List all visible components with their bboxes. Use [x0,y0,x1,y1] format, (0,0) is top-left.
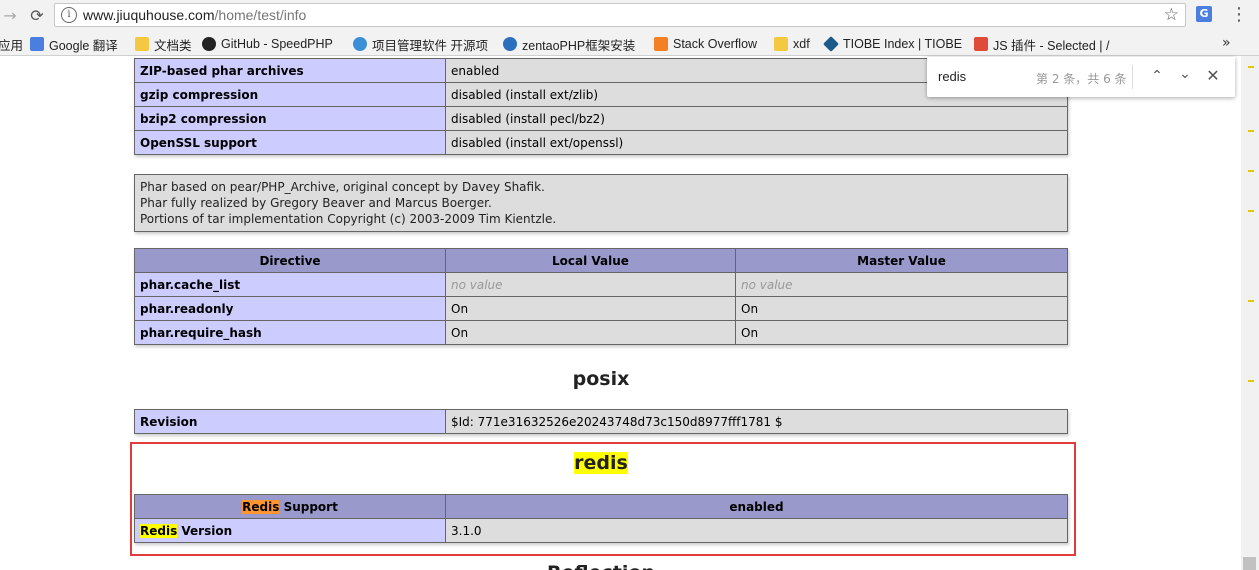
stackoverflow-icon [654,37,668,51]
bookmarks-bar: 应用 Google 翻译 文档类 GitHub - SpeedPHP 项目管理软… [0,31,1259,56]
bookmark-zentao[interactable]: 项目管理软件 开源项 [353,35,488,53]
close-icon[interactable]: ✕ [1204,67,1222,85]
posix-table: Revision $Id: 771e31632526e20243748d73c15… [134,409,1068,434]
tiobe-icon [823,36,839,52]
info-icon[interactable]: i [61,7,77,23]
find-match-count: 第 2 条，共 6 条 [1036,72,1127,86]
find-match-marker [1248,66,1254,68]
section-title-redis: redis [574,452,628,474]
find-input[interactable]: redis [938,69,966,84]
bookmark-js-plugins[interactable]: JS 插件 - Selected | / [974,35,1109,53]
find-match-marker [1248,130,1254,132]
edge-icon [503,37,517,51]
windows-icon [974,37,988,51]
bookmark-star-icon[interactable]: ☆ [1164,5,1179,25]
bookmarks-overflow-chevron[interactable]: » [1222,35,1231,51]
address-bar[interactable]: i www.jiuquhouse.com/home/test/info ☆ [54,3,1186,27]
find-previous-icon[interactable]: ⌃ [1148,67,1166,85]
find-divider [1132,65,1133,89]
page-content: ZIP-based phar archives enabled gzip comp… [0,56,1259,570]
google-translate-icon [30,37,44,51]
github-icon [202,37,216,51]
table-row: Redis Version 3.1.0 [134,518,1068,543]
section-title-posix: posix [572,368,630,390]
google-translate-icon[interactable]: G [1196,6,1212,22]
find-match-marker [1248,300,1254,302]
phar-directive-table: Directive Local Value Master Value phar.… [134,248,1068,345]
bookmark-docs[interactable]: 文档类 [135,35,192,53]
redis-table: Redis Support enabled Redis Version 3.1.0 [134,494,1068,543]
folder-icon [135,37,149,51]
browser-toolbar: → ⟳ i www.jiuquhouse.com/home/test/info … [0,0,1259,31]
scrollbar-thumb[interactable] [1243,557,1256,570]
bookmark-zentaophp[interactable]: zentaoPHP框架安装 [503,35,635,53]
reload-icon[interactable]: ⟳ [27,5,47,25]
zentao-icon [353,37,367,51]
folder-icon [774,37,788,51]
table-row: Revision $Id: 771e31632526e20243748d73c15… [134,409,1068,434]
find-match-marker [1248,170,1254,172]
find-match-marker [1248,210,1254,212]
phar-credits: Phar based on pear/PHP_Archive, original… [134,174,1068,232]
table-row: phar.require_hash On On [134,320,1068,345]
find-match-marker [1248,380,1254,382]
find-next-icon[interactable]: ⌄ [1176,65,1194,83]
table-row: OpenSSL support disabled (install ext/ope… [134,130,1068,155]
table-header-row: Redis Support enabled [134,494,1068,519]
table-row: phar.cache_list no value no value [134,272,1068,297]
find-bar: redis 第 2 条，共 6 条 ⌃ ⌄ ✕ [927,57,1235,97]
bookmark-github[interactable]: GitHub - SpeedPHP [202,35,333,53]
back-arrow-icon[interactable]: → [0,5,20,25]
section-title-reflection: Reflection [134,562,1068,570]
menu-icon[interactable]: ⋮ [1230,4,1248,25]
bookmark-apps[interactable]: 应用 [0,35,23,53]
bookmark-xdf[interactable]: xdf [774,35,810,53]
bookmark-google-translate[interactable]: Google 翻译 [30,35,118,53]
bookmark-stackoverflow[interactable]: Stack Overflow [654,35,757,53]
vertical-scrollbar[interactable] [1241,56,1259,570]
table-row: bzip2 compression disabled (install pecl/… [134,106,1068,131]
table-header-row: Directive Local Value Master Value [134,248,1068,273]
table-row: phar.readonly On On [134,296,1068,321]
url-text: www.jiuquhouse.com/home/test/info [83,7,307,23]
bookmark-tiobe[interactable]: TIOBE Index | TIOBE [823,35,962,53]
